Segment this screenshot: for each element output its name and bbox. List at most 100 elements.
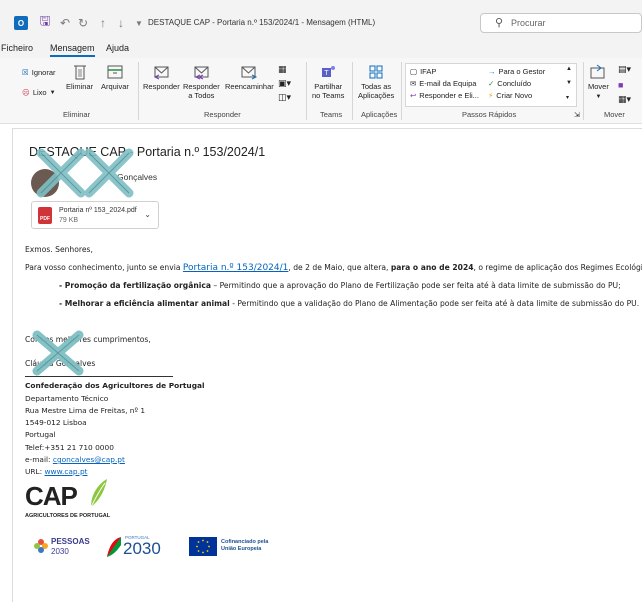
dialog-launcher-icon[interactable]: ⇲ [574,111,580,119]
signature-postal: 1549-012 Lisboa [25,418,87,427]
ignore-icon: ☒ [22,68,29,77]
eu-text-1: Cofinanciado pela [221,539,269,545]
greeting: Exmos. Senhores, [25,245,93,254]
quick-step-ifap[interactable]: ▢ IFAP [410,67,436,76]
signature-divider [25,376,173,377]
ifap-icon: ▢ [410,67,418,76]
gallery-down-icon[interactable]: ▼ [566,80,572,86]
svg-text:T: T [325,70,330,77]
ribbon: ☒ Ignorar ☹ Lixo ▼ Eliminar Arquivar Eli… [0,58,642,124]
more-respond-icon[interactable]: ◫▾ [278,92,291,103]
pdf-icon: PDF [38,207,52,224]
quick-step-reply-delete[interactable]: ↩ Responder e Eli... [410,91,479,100]
onenote-icon[interactable]: ■ [618,80,623,90]
funding-logos: PESSOAS 2030 PORTUGAL 2030 Cofinanciado … [27,535,287,561]
move-folder-icon [590,64,605,79]
attachment-size: 79 KB [59,217,79,224]
window-title: DESTAQUE CAP - Portaria n.º 153/2024/1 -… [148,18,376,27]
actions-icon[interactable]: ▦▾ [618,94,631,105]
tab-mensagem[interactable]: Mensagem [50,43,95,57]
email-link[interactable]: cgoncalves@cap.pt [53,455,125,464]
signature-org: Confederação dos Agricultores de Portuga… [25,381,205,390]
search-icon: ⚲ [495,17,504,29]
lightning-icon: ⚡ [488,91,494,100]
signature-email: e-mail: cgoncalves@cap.pt [25,455,125,464]
group-divider [401,62,402,120]
search-placeholder: Procurar [511,18,546,28]
reply-all-button[interactable]: Responder a Todos [183,64,220,100]
signature-country: Portugal [25,430,56,439]
cap-logo: CAP AGRICULTORES DE PORTUGAL [25,479,110,519]
move-button[interactable]: Mover ▼ [588,64,609,102]
group-label-mover: Mover [604,110,625,119]
group-label-teams: Teams [320,110,343,119]
reply-delete-icon: ↩ [410,91,417,100]
search-input[interactable]: ⚲ Procurar [480,13,642,33]
redaction-mark [36,148,134,198]
group-divider [138,62,139,120]
redaction-mark [32,330,84,376]
attachment-card[interactable]: PDF Portaria nº 153_2024.pdf 79 KB ⌄ [31,201,159,229]
tab-ajuda[interactable]: Ajuda [106,43,129,53]
chevron-down-icon: ▼ [595,94,602,100]
meeting-icon[interactable]: ▦ [278,64,287,75]
group-divider [352,62,353,120]
leaf-icon [90,479,107,508]
title-bar: O 🖫 ↶ ↻ ↑ ↓ ▼ DESTAQUE CAP - Portaria n.… [0,0,642,40]
pessoas-logo-text: PESSOAS [51,537,90,546]
bullet-fertilizacao: - Promoção da fertilização orgânica – Pe… [59,281,621,290]
mail-icon: ✉ [410,79,417,88]
chevron-down-icon: ▼ [49,89,56,96]
share-teams-button[interactable]: T Partilhar no Teams [312,64,344,100]
arrow-right-icon: → [488,67,496,76]
delete-button[interactable]: Eliminar [66,64,93,91]
signature-dept: Departamento Técnico [25,394,109,403]
portugal-logo-year: 2030 [123,539,161,558]
customize-toolbar-icon[interactable]: ▼ [132,16,146,30]
signature-phone: Telef:+351 21 710 0000 [25,443,114,452]
quick-step-new[interactable]: ⚡ Criar Novo [488,91,532,100]
portaria-link[interactable]: Portaria n.º 153/2024/1 [183,263,288,273]
save-icon[interactable]: 🖫 [38,13,52,30]
rules-icon[interactable]: ▤▾ [618,64,631,75]
junk-icon: ☹ [22,88,30,97]
tab-ficheiro[interactable]: Ficheiro [1,43,33,53]
eu-text-2: União Europeia [221,546,262,552]
signature-url: URL: www.cap.pt [25,467,88,476]
eu-flag-icon [189,537,217,556]
reading-pane: DESTAQUE CAP - Portaria n.º 153/2024/1 G… [12,128,642,602]
undo-icon[interactable]: ↶ [58,16,72,30]
im-icon[interactable]: ▣▾ [278,78,291,89]
trash-icon [73,65,86,80]
group-label-aplicacoes: Aplicações [361,110,398,119]
reply-all-icon [194,66,209,80]
forward-button[interactable]: Reencaminhar [225,64,274,91]
gallery-up-icon[interactable]: ▲ [566,66,572,72]
chevron-down-icon[interactable]: ⌄ [144,210,151,219]
archive-button[interactable]: Arquivar [101,64,129,91]
attachment-name: Portaria nº 153_2024.pdf [59,207,137,214]
down-arrow-icon[interactable]: ↓ [114,16,128,30]
pessoas-flower-icon [33,538,49,554]
quick-step-team-email[interactable]: ✉ E-mail da Equipa [410,79,476,88]
reply-button[interactable]: Responder [143,64,180,91]
menu-bar: Ficheiro Mensagem Ajuda [0,40,642,58]
intro-paragraph: Para vosso conhecimento, junto se envia … [25,263,642,273]
forward-icon [241,66,258,80]
cap-logo-subtitle: AGRICULTORES DE PORTUGAL [25,513,111,519]
ignore-button[interactable]: ☒ Ignorar [22,68,56,77]
redo-icon[interactable]: ↻ [76,16,90,30]
quick-step-done[interactable]: ✓ Concluído [488,79,531,88]
up-arrow-icon[interactable]: ↑ [96,16,110,30]
group-label-eliminar: Eliminar [63,110,91,119]
pessoas-logo-year: 2030 [51,547,69,556]
junk-button[interactable]: ☹ Lixo ▼ [22,88,56,97]
quick-step-gestor[interactable]: → Para o Gestor [488,67,545,76]
reply-icon [154,66,169,80]
website-link[interactable]: www.cap.pt [45,467,88,476]
gallery-expand-icon[interactable]: ▾ [566,94,569,101]
group-label-responder: Responder [204,110,241,119]
group-label-passos-rapidos: Passos Rápidos [462,110,517,119]
all-apps-button[interactable]: Todas as Aplicações [358,64,394,100]
group-divider [583,62,584,120]
